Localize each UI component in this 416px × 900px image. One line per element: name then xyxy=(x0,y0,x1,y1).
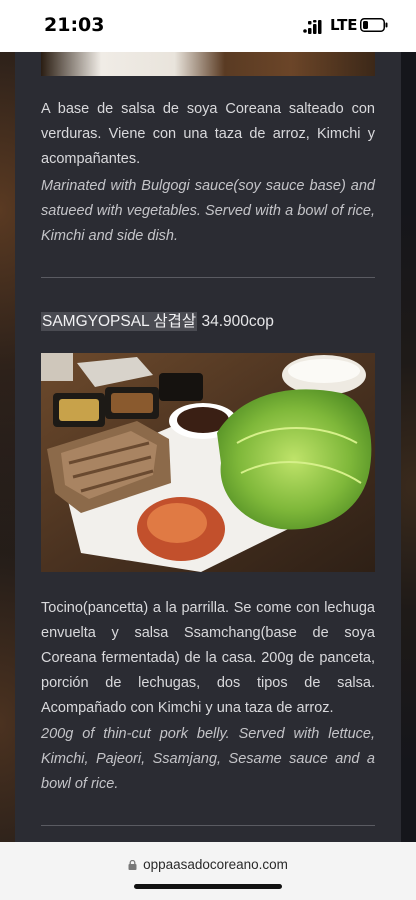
url-container[interactable]: oppaasadocoreano.com xyxy=(0,856,416,874)
lock-icon xyxy=(128,860,137,870)
previous-item-description-es: A base de salsa de soya Coreana salteado… xyxy=(41,101,375,167)
home-indicator[interactable] xyxy=(134,884,282,889)
network-label: LTE xyxy=(330,16,358,34)
previous-dish-photo xyxy=(41,52,375,76)
browser-address-bar[interactable]: oppaasadocoreano.com xyxy=(0,842,416,900)
divider xyxy=(41,825,375,826)
samgyopsal-photo xyxy=(41,353,375,572)
divider xyxy=(41,277,375,278)
battery-icon xyxy=(360,18,388,32)
menu-item-name: SAMGYOPSAL 삼겹살 xyxy=(41,312,198,331)
url-text[interactable]: oppaasadocoreano.com xyxy=(143,857,288,872)
status-bar: 21:03 LTE xyxy=(0,0,416,52)
menu-item-description-en: 200g of thin-cut pork belly. Served with… xyxy=(41,726,375,792)
menu-item-description-es: Tocino(pancetta) a la parrilla. Se come … xyxy=(41,600,375,716)
previous-item-description-en: Marinated with Bulgogi sauce(soy sauce b… xyxy=(41,178,375,244)
status-time: 21:03 xyxy=(44,14,105,36)
menu-item-title: SAMGYOPSAL 삼겹살 34.900cop xyxy=(41,309,274,331)
menu-item-price: 34.900cop xyxy=(201,313,274,330)
signal-icon xyxy=(303,20,322,34)
